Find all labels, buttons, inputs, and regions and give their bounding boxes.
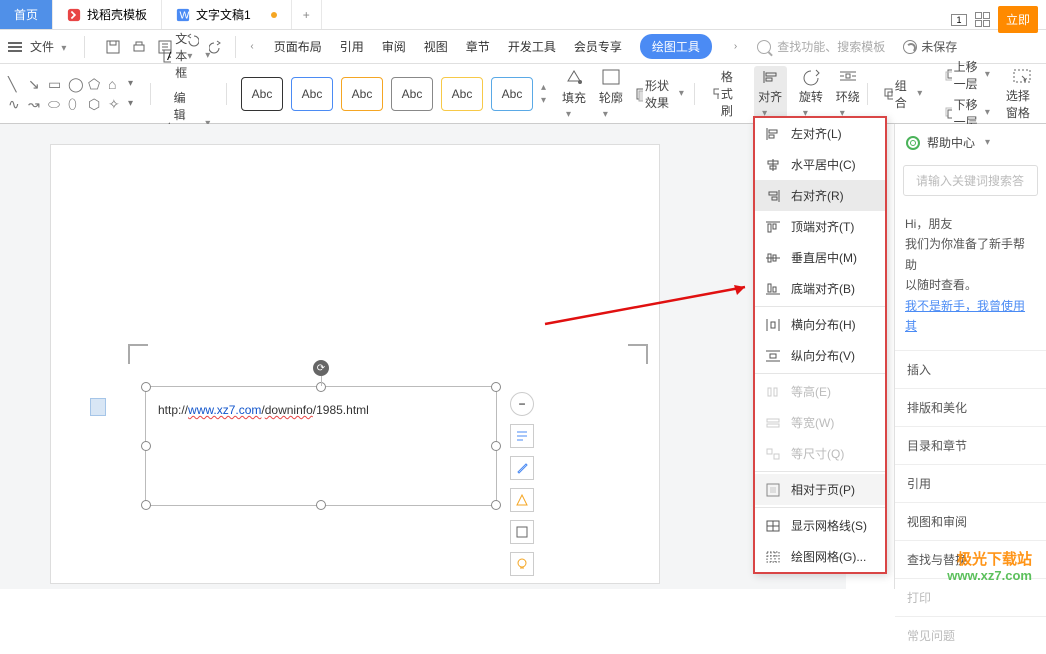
scroll-right-icon[interactable]: › xyxy=(734,41,737,52)
crop-mark-left xyxy=(128,344,148,364)
floating-toolbar: − xyxy=(510,392,534,576)
print-icon[interactable] xyxy=(131,39,147,55)
tool-bulb[interactable] xyxy=(510,552,534,576)
template-icon xyxy=(67,8,81,22)
upgrade-button[interactable]: 立即 xyxy=(998,6,1038,33)
menu-align-hcenter[interactable]: 水平居中(C) xyxy=(755,149,885,180)
fill-button[interactable]: 填充▾ xyxy=(562,67,587,120)
ribbon: ╲↘▭◯⬠⌂▾ ∿↝⬭⬯⬡✧▾ A文本框▾ 编辑形状▾ Abc Abc Abc … xyxy=(0,64,1046,124)
sect-print[interactable]: 打印 xyxy=(895,578,1046,616)
bringforward-button[interactable]: 上移一层▾ xyxy=(944,58,994,92)
style-3[interactable]: Abc xyxy=(341,77,383,111)
effect-button[interactable]: 形状效果▾ xyxy=(634,77,688,111)
tool-frame[interactable] xyxy=(510,520,534,544)
grid-icon[interactable] xyxy=(975,12,990,27)
sect-insert[interactable]: 插入 xyxy=(895,350,1046,388)
tab-template[interactable]: 找稻壳模板 xyxy=(53,0,162,29)
save-icon[interactable] xyxy=(105,39,121,55)
lifebuoy-icon xyxy=(905,135,921,151)
menu-align-top[interactable]: 顶端对齐(T) xyxy=(755,211,885,242)
file-menu[interactable]: 文件 ▾ xyxy=(26,38,74,55)
rotate-handle[interactable]: ⟳ xyxy=(313,360,329,376)
sect-ref[interactable]: 引用 xyxy=(895,464,1046,502)
tab-reference[interactable]: 引用 xyxy=(340,38,364,55)
align-button[interactable]: 对齐▾ xyxy=(754,66,787,121)
cloud-sync-icon xyxy=(903,40,917,54)
style-4[interactable]: Abc xyxy=(391,77,433,111)
tab-document[interactable]: W 文字文稿1 xyxy=(162,0,292,29)
tab-drawingtools[interactable]: 绘图工具 xyxy=(640,34,712,59)
menu-distribute-h[interactable]: 横向分布(H) xyxy=(755,309,885,340)
sect-faq[interactable]: 常见问题 xyxy=(895,616,1046,654)
help-panel: 帮助中心▾ 请输入关键词搜索答 Hi，朋友 我们为你准备了新手帮助 以随时查看。… xyxy=(894,124,1046,589)
sect-toc[interactable]: 目录和章节 xyxy=(895,426,1046,464)
svg-text:A: A xyxy=(167,49,172,63)
menu-align-bottom[interactable]: 底端对齐(B) xyxy=(755,273,885,304)
formatpainter-button[interactable]: 格式刷 xyxy=(711,68,743,119)
ribbon-tabs: 页面布局 引用 审阅 视图 章节 开发工具 会员专享 绘图工具 › xyxy=(274,34,741,59)
menu-relative-page[interactable]: 相对于页(P) xyxy=(755,474,885,505)
style-5[interactable]: Abc xyxy=(441,77,483,111)
gallery-down-icon[interactable]: ▾ xyxy=(541,95,546,106)
shape-gallery-small[interactable]: ╲↘▭◯⬠⌂▾ ∿↝⬭⬯⬡✧▾ xyxy=(8,76,144,112)
window-count-icon[interactable]: 1 xyxy=(951,14,967,26)
rotate-button[interactable]: 旋转▾ xyxy=(799,68,824,119)
page xyxy=(50,144,660,584)
tab-member[interactable]: 会员专享 xyxy=(574,38,622,55)
help-link[interactable]: 我不是新手，我曾使用其 xyxy=(905,296,1036,337)
tab-review[interactable]: 审阅 xyxy=(382,38,406,55)
watermark-url: www.xz7.com xyxy=(947,568,1032,583)
tool-shape[interactable] xyxy=(510,488,534,512)
unsaved-indicator[interactable]: 未保存 xyxy=(903,38,957,55)
help-header[interactable]: 帮助中心▾ xyxy=(895,124,1046,161)
menu-distribute-v[interactable]: 纵向分布(V) xyxy=(755,340,885,371)
selectionpane-button[interactable]: 选择窗格 xyxy=(1006,67,1038,121)
textbox-button[interactable]: A文本框▾ xyxy=(157,28,221,83)
word-doc-icon: W xyxy=(176,8,190,22)
menu-equal-size: 等尺寸(Q) xyxy=(755,438,885,469)
tab-pagelayout[interactable]: 页面布局 xyxy=(274,38,322,55)
sect-view[interactable]: 视图和审阅 xyxy=(895,502,1046,540)
style-gallery[interactable]: Abc Abc Abc Abc Abc Abc xyxy=(241,77,533,111)
menu-align-left[interactable]: 左对齐(L) xyxy=(755,118,885,149)
wrap-button[interactable]: 环绕▾ xyxy=(836,68,861,119)
menu-show-grid[interactable]: 显示网格线(S) xyxy=(755,510,885,541)
menu-equal-width: 等宽(W) xyxy=(755,407,885,438)
textbox-content[interactable]: http://www.xz7.com/downinfo/1985.html xyxy=(158,402,369,417)
tab-add[interactable]: + xyxy=(292,0,322,29)
menu-draw-grid[interactable]: 绘图网格(G)... xyxy=(755,541,885,572)
scroll-left-icon[interactable]: ‹ xyxy=(250,41,253,52)
group-button[interactable]: 组合▾ xyxy=(883,77,926,111)
align-dropdown-menu: 左对齐(L) 水平居中(C) 右对齐(R) 顶端对齐(T) 垂直居中(M) 底端… xyxy=(753,116,887,574)
menu-align-right[interactable]: 右对齐(R) xyxy=(755,180,885,211)
hamburger-icon[interactable] xyxy=(8,40,22,54)
paragraph-icon xyxy=(90,398,106,416)
search-icon xyxy=(757,40,771,54)
tab-section[interactable]: 章节 xyxy=(466,38,490,55)
tool-minus[interactable]: − xyxy=(510,392,534,416)
style-2[interactable]: Abc xyxy=(291,77,333,111)
help-message: Hi，朋友 我们为你准备了新手帮助 以随时查看。 我不是新手，我曾使用其 xyxy=(895,200,1046,350)
tab-devtools[interactable]: 开发工具 xyxy=(508,38,556,55)
style-1[interactable]: Abc xyxy=(241,77,283,111)
tool-pen[interactable] xyxy=(510,456,534,480)
document-canvas[interactable]: ⟳ http://www.xz7.com/downinfo/1985.html … xyxy=(0,124,846,589)
title-tabs: 首页 找稻壳模板 W 文字文稿1 + xyxy=(0,0,1046,30)
search-box[interactable]: 查找功能、搜索模板 xyxy=(757,38,885,55)
help-search[interactable]: 请输入关键词搜索答 xyxy=(903,165,1038,196)
gallery-up-icon[interactable]: ▴ xyxy=(541,82,546,93)
window-tools: 1 立即 xyxy=(951,6,1038,33)
sect-layout[interactable]: 排版和美化 xyxy=(895,388,1046,426)
unsaved-dot-icon xyxy=(271,12,277,18)
svg-text:W: W xyxy=(180,9,190,21)
menu-align-vcenter[interactable]: 垂直居中(M) xyxy=(755,242,885,273)
outline-button[interactable]: 轮廓▾ xyxy=(599,67,624,120)
tool-layout[interactable] xyxy=(510,424,534,448)
tab-view[interactable]: 视图 xyxy=(424,38,448,55)
menu-equal-height: 等高(E) xyxy=(755,376,885,407)
watermark-title: 极光下载站 xyxy=(957,548,1032,569)
crop-mark-right xyxy=(628,344,648,364)
style-6[interactable]: Abc xyxy=(491,77,533,111)
tab-home[interactable]: 首页 xyxy=(0,0,53,29)
